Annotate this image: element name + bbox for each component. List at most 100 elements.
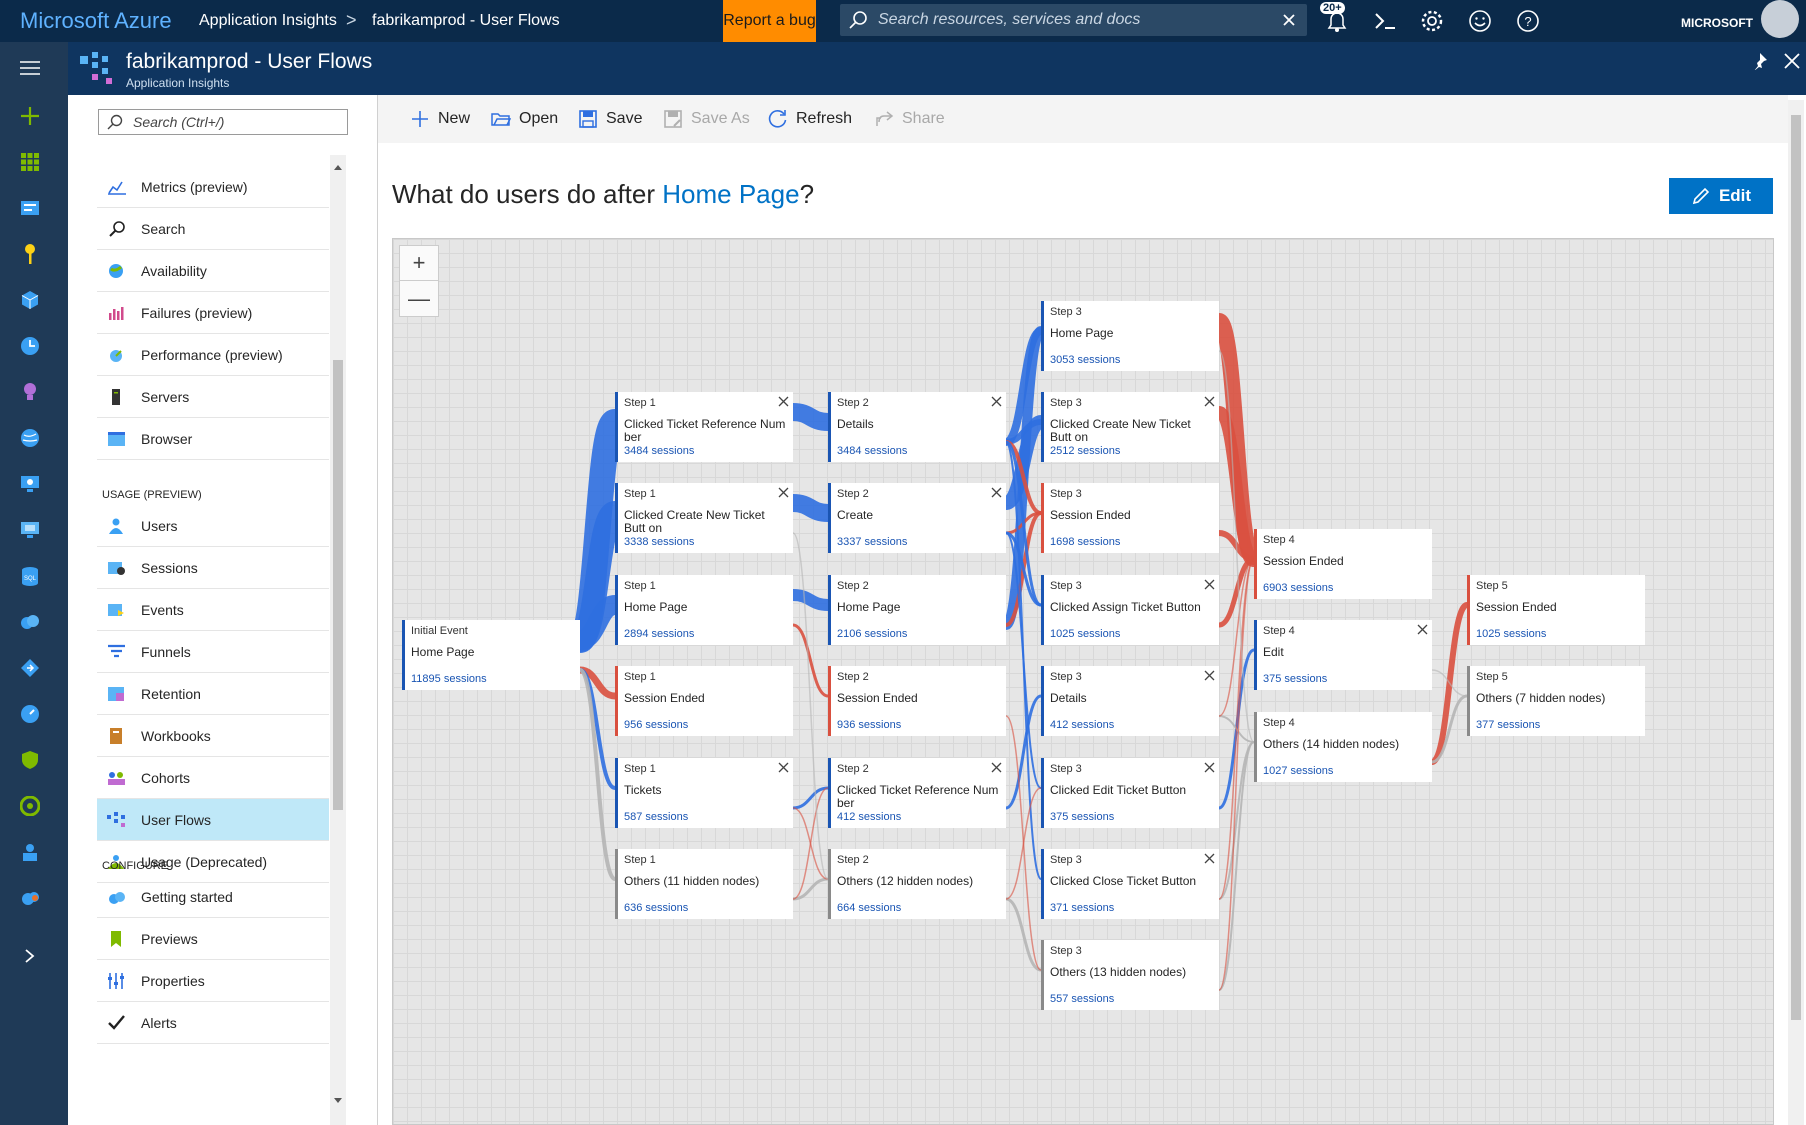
flow-node-step2[interactable]: Step 2 Create 3337 sessions — [828, 483, 1006, 553]
menu-item-retention[interactable]: Retention — [97, 673, 329, 715]
zoom-in-button[interactable]: + — [400, 246, 438, 281]
scroll-up-icon[interactable] — [333, 163, 343, 171]
close-blade-icon[interactable] — [1784, 53, 1800, 69]
node-session-count[interactable]: 3484 sessions — [837, 445, 907, 457]
flow-node-step1[interactable]: Step 1 Clicked Ticket Reference Num ber 34… — [615, 392, 793, 462]
settings-button[interactable] — [1409, 0, 1455, 42]
security-shield-icon[interactable] — [14, 744, 46, 776]
pin-icon[interactable] — [1750, 52, 1768, 70]
app-service-icon[interactable] — [14, 652, 46, 684]
create-resource-icon[interactable] — [14, 100, 46, 132]
help-support-icon[interactable] — [14, 882, 46, 914]
menu-item-users[interactable]: Users — [97, 505, 329, 547]
flow-node-step4[interactable]: Step 4 Edit 375 sessions — [1254, 620, 1432, 690]
node-session-count[interactable]: 375 sessions — [1050, 811, 1114, 823]
close-icon[interactable] — [1203, 669, 1216, 682]
flow-node-step4[interactable]: Step 4 Session Ended 6903 sessions — [1254, 529, 1432, 599]
menu-item-search[interactable]: Search — [97, 208, 329, 250]
node-session-count[interactable]: 2106 sessions — [837, 628, 907, 640]
share-button[interactable]: Share — [874, 107, 945, 131]
node-session-count[interactable]: 664 sessions — [837, 902, 901, 914]
menu-item-metrics[interactable]: Metrics (preview) — [97, 166, 329, 208]
cost-management-icon[interactable] — [14, 836, 46, 868]
menu-item-events[interactable]: Events — [97, 589, 329, 631]
account-name[interactable]: MICROSOFT — [1681, 16, 1753, 30]
close-icon[interactable] — [990, 395, 1003, 408]
breadcrumb-application-insights[interactable]: Application Insights — [199, 12, 337, 30]
menu-item-performance[interactable]: Performance (preview) — [97, 334, 329, 376]
menu-scrollbar-thumb[interactable] — [333, 360, 343, 810]
monitor-gauge-icon[interactable] — [14, 698, 46, 730]
lightbulb-icon[interactable] — [14, 376, 46, 408]
azure-brand[interactable]: Microsoft Azure — [20, 8, 172, 34]
feedback-button[interactable] — [1457, 0, 1503, 42]
close-icon[interactable] — [777, 395, 790, 408]
menu-item-alerts[interactable]: Alerts — [97, 1002, 329, 1044]
flow-node-initial[interactable]: Initial Event Home Page 11895 sessions — [402, 620, 580, 690]
menu-item-servers[interactable]: Servers — [97, 376, 329, 418]
flow-node-step5[interactable]: Step 5 Others (7 hidden nodes) 377 session… — [1467, 666, 1645, 736]
node-session-count[interactable]: 3484 sessions — [624, 445, 694, 457]
flow-node-step2[interactable]: Step 2 Details 3484 sessions — [828, 392, 1006, 462]
flow-node-step1[interactable]: Step 1 Clicked Create New Ticket Butt on 3… — [615, 483, 793, 553]
edit-button[interactable]: Edit — [1669, 178, 1773, 214]
flow-node-step3[interactable]: Step 3 Others (13 hidden nodes) 557 sessio… — [1041, 940, 1219, 1010]
flow-node-step3[interactable]: Step 3 Clicked Assign Ticket Button 1025 s… — [1041, 575, 1219, 645]
node-session-count[interactable]: 557 sessions — [1050, 993, 1114, 1005]
zoom-out-button[interactable]: — — [400, 281, 438, 316]
menu-item-funnels[interactable]: Funnels — [97, 631, 329, 673]
node-session-count[interactable]: 936 sessions — [837, 719, 901, 731]
flow-node-step3[interactable]: Step 3 Clicked Close Ticket Button 371 ses… — [1041, 849, 1219, 919]
cube-icon[interactable] — [14, 284, 46, 316]
close-icon[interactable] — [1203, 395, 1216, 408]
node-session-count[interactable]: 1698 sessions — [1050, 536, 1120, 548]
dashboard-icon[interactable] — [14, 146, 46, 178]
node-session-count[interactable]: 2894 sessions — [624, 628, 694, 640]
close-icon[interactable] — [1203, 578, 1216, 591]
virtual-machine-icon[interactable] — [14, 514, 46, 546]
node-session-count[interactable]: 956 sessions — [624, 719, 688, 731]
advisor-icon[interactable] — [14, 790, 46, 822]
node-session-count[interactable]: 412 sessions — [1050, 719, 1114, 731]
flow-node-step3[interactable]: Step 3 Home Page 3053 sessions — [1041, 301, 1219, 371]
page-scrollbar-thumb[interactable] — [1791, 115, 1801, 1020]
menu-item-previews[interactable]: Previews — [97, 918, 329, 960]
global-search[interactable] — [840, 4, 1307, 36]
all-resources-icon[interactable] — [14, 192, 46, 224]
menu-item-failures[interactable]: Failures (preview) — [97, 292, 329, 334]
flow-node-step2[interactable]: Step 2 Session Ended 936 sessions — [828, 666, 1006, 736]
global-search-input[interactable] — [878, 4, 1278, 36]
flow-node-step1[interactable]: Step 1 Tickets 587 sessions — [615, 758, 793, 828]
node-session-count[interactable]: 371 sessions — [1050, 902, 1114, 914]
close-icon[interactable] — [990, 761, 1003, 774]
node-session-count[interactable]: 1025 sessions — [1476, 628, 1546, 640]
menu-item-user-flows[interactable]: User Flows — [97, 799, 329, 841]
cloud-shell-button[interactable] — [1362, 0, 1408, 42]
menu-item-availability[interactable]: Availability — [97, 250, 329, 292]
node-session-count[interactable]: 636 sessions — [624, 902, 688, 914]
cloud-services-icon[interactable] — [14, 606, 46, 638]
menu-item-browser[interactable]: Browser — [97, 418, 329, 460]
notifications-button[interactable]: 20+ — [1314, 0, 1360, 42]
monitor-icon[interactable] — [14, 468, 46, 500]
breadcrumb-user-flows[interactable]: fabrikamprod - User Flows — [372, 12, 560, 30]
sql-database-icon[interactable]: SQL — [14, 560, 46, 592]
node-session-count[interactable]: 377 sessions — [1476, 719, 1540, 731]
node-session-count[interactable]: 11895 sessions — [411, 673, 487, 685]
node-session-count[interactable]: 2512 sessions — [1050, 445, 1120, 457]
globe-icon[interactable] — [14, 422, 46, 454]
flow-node-step5[interactable]: Step 5 Session Ended 1025 sessions — [1467, 575, 1645, 645]
flow-node-step2[interactable]: Step 2 Clicked Ticket Reference Num ber 41… — [828, 758, 1006, 828]
clock-icon[interactable] — [14, 330, 46, 362]
node-session-count[interactable]: 375 sessions — [1263, 673, 1327, 685]
node-session-count[interactable]: 3337 sessions — [837, 536, 907, 548]
clear-search-icon[interactable] — [1283, 14, 1295, 26]
question-event-link[interactable]: Home Page — [662, 179, 799, 209]
node-session-count[interactable]: 3338 sessions — [624, 536, 694, 548]
menu-item-properties[interactable]: Properties — [97, 960, 329, 1002]
close-icon[interactable] — [1203, 761, 1216, 774]
node-session-count[interactable]: 1025 sessions — [1050, 628, 1120, 640]
flow-node-step4[interactable]: Step 4 Others (14 hidden nodes) 1027 sessi… — [1254, 712, 1432, 782]
close-icon[interactable] — [777, 761, 790, 774]
menu-item-sessions[interactable]: Sessions — [97, 547, 329, 589]
